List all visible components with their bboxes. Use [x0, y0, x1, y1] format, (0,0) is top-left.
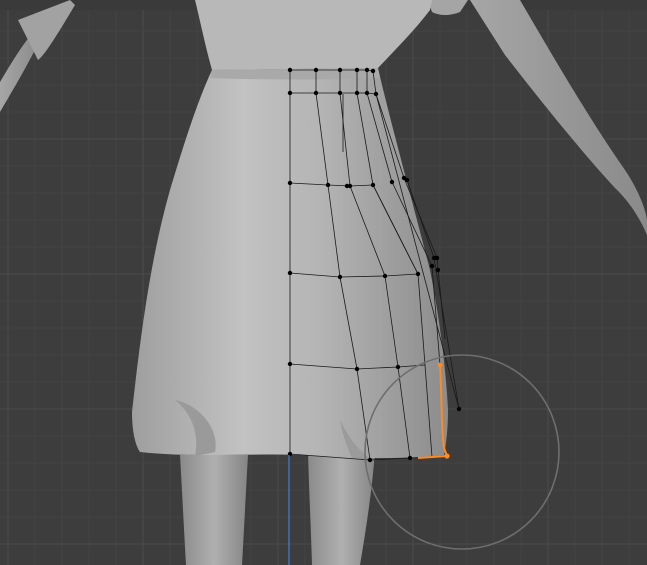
mesh-vertex[interactable] [337, 90, 343, 96]
mesh-vertex[interactable] [370, 182, 376, 188]
mesh-vertex[interactable] [456, 406, 462, 412]
mesh-vertex[interactable] [354, 366, 360, 372]
mesh-vertex[interactable] [287, 67, 293, 73]
mesh-vertex[interactable] [395, 364, 401, 370]
mesh-vertex[interactable] [370, 68, 376, 74]
mesh-vertex[interactable] [429, 263, 435, 269]
mesh-vertex[interactable] [287, 270, 293, 276]
mesh-vertex[interactable] [354, 67, 360, 73]
mesh-vertex[interactable] [287, 90, 293, 96]
mesh-vertex[interactable] [337, 67, 343, 73]
mesh-vertex[interactable] [373, 91, 379, 97]
mesh-vertex[interactable] [313, 90, 319, 96]
mesh-vertex[interactable] [404, 177, 410, 183]
selected-vertex[interactable] [437, 362, 443, 368]
mesh-vertex[interactable] [431, 255, 437, 261]
3d-viewport[interactable] [0, 0, 647, 565]
mesh-vertex[interactable] [325, 182, 331, 188]
selected-vertex[interactable] [444, 453, 450, 459]
mesh-vertex[interactable] [389, 179, 395, 185]
mesh-vertex[interactable] [287, 361, 293, 367]
mesh-vertex[interactable] [364, 67, 370, 73]
mesh-vertex[interactable] [407, 455, 413, 461]
mesh-vertex[interactable] [415, 271, 421, 277]
mesh-vertex[interactable] [382, 273, 388, 279]
mesh-vertex[interactable] [435, 267, 441, 273]
mesh-vertex[interactable] [287, 180, 293, 186]
mesh-vertex[interactable] [364, 90, 370, 96]
mesh-vertex[interactable] [344, 183, 350, 189]
mesh-vertex[interactable] [337, 274, 343, 280]
left-leg [180, 455, 248, 565]
mesh-vertex[interactable] [354, 90, 360, 96]
mesh-vertex[interactable] [367, 457, 373, 463]
viewport-canvas[interactable] [0, 0, 647, 565]
mesh-vertex[interactable] [313, 67, 319, 73]
